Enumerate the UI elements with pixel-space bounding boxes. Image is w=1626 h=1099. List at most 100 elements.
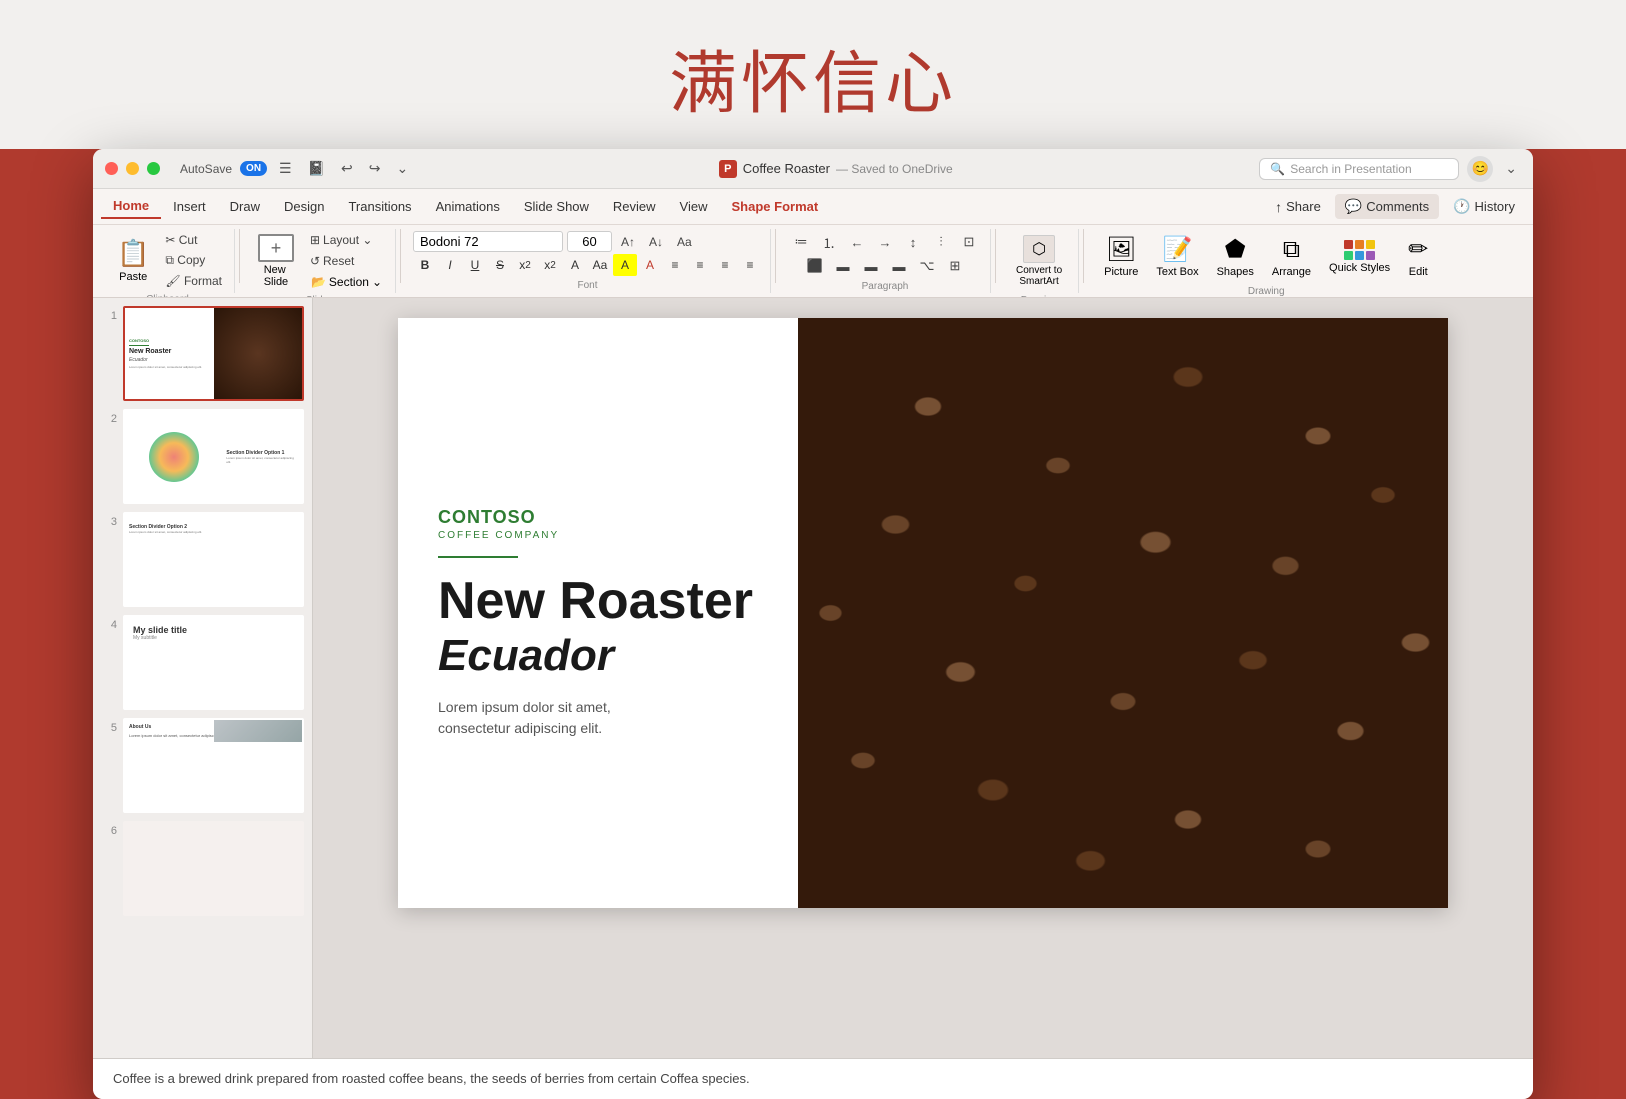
font-name-input[interactable] bbox=[413, 231, 563, 252]
textbox-button[interactable]: 📝 Text Box bbox=[1148, 231, 1206, 282]
cut-button[interactable]: ✂ Cut bbox=[161, 231, 226, 249]
font-size-input[interactable] bbox=[567, 231, 612, 252]
history-button[interactable]: 🕐 History bbox=[1443, 194, 1525, 219]
new-slide-button[interactable]: + NewSlide bbox=[252, 232, 300, 290]
clipboard-group: 📋 Paste ✂ Cut ⧉ Copy 🖌 Format Clipboard bbox=[101, 229, 235, 293]
slide-options: ⊞ Layout ⌄ ↺ Reset 📂 Section ⌄ bbox=[306, 231, 387, 291]
slide-item-4[interactable]: 4 My slide title My subtitle bbox=[101, 615, 304, 710]
justify-btn[interactable]: ≡ bbox=[738, 254, 762, 276]
align-left-text-btn[interactable]: ⬛ bbox=[802, 255, 828, 277]
text-align-btn[interactable]: ⌥ bbox=[914, 255, 940, 277]
columns-btn[interactable]: ⫶ bbox=[928, 231, 954, 253]
font-color-picker-btn[interactable]: A bbox=[638, 254, 662, 276]
quickstyles-button[interactable]: Quick Styles bbox=[1321, 236, 1398, 278]
tab-home[interactable]: Home bbox=[101, 194, 161, 219]
quick-access-icon[interactable]: ⌄ bbox=[393, 158, 413, 179]
autosave-toggle[interactable]: ON bbox=[240, 161, 267, 176]
copy-button[interactable]: ⧉ Copy bbox=[161, 251, 226, 270]
tab-slideshow[interactable]: Slide Show bbox=[512, 195, 601, 218]
bullets-btn[interactable]: ≔ bbox=[788, 231, 814, 253]
tab-transitions[interactable]: Transitions bbox=[336, 195, 423, 218]
comments-button[interactable]: 💬 Comments bbox=[1335, 194, 1439, 219]
slide-item-6[interactable]: 6 bbox=[101, 821, 304, 916]
align-left-btn[interactable]: ≡ bbox=[663, 254, 687, 276]
highlight-btn[interactable]: A bbox=[613, 254, 637, 276]
slide-thumb-3[interactable]: Section Divider Option 2 Lorem ipsum dol… bbox=[123, 512, 304, 607]
user-avatar[interactable]: 😊 bbox=[1467, 156, 1493, 182]
paste-button[interactable]: 📋 Paste bbox=[109, 234, 157, 287]
numbered-list-btn[interactable]: ⒈ bbox=[816, 231, 842, 253]
tab-shapeformat[interactable]: Shape Format bbox=[720, 195, 831, 218]
slide5-image bbox=[214, 720, 303, 742]
undo-icon[interactable]: ↩ bbox=[337, 158, 357, 179]
strikethrough-button[interactable]: S bbox=[488, 254, 512, 276]
slide-item-2[interactable]: 2 Section Divider Option 1 Lorem ipsum d… bbox=[101, 409, 304, 504]
slide-item-5[interactable]: 5 About Us Lorem ipsum dolor sit amet, c… bbox=[101, 718, 304, 813]
title-bar-left: AutoSave ON ☰ 📓 ↩ ↪ ⌄ bbox=[180, 158, 412, 179]
font-increase-btn[interactable]: A↑ bbox=[616, 233, 640, 251]
tab-draw[interactable]: Draw bbox=[218, 195, 272, 218]
arrange-button[interactable]: ⧉ Arrange bbox=[1264, 232, 1319, 282]
insert-group: 🖼 Picture 📝 Text Box ⬟ Shapes ⧉ bbox=[1088, 229, 1444, 293]
slide-item-1[interactable]: 1 CONTOSO New Roaster Ecuador Lorem ipsu… bbox=[101, 306, 304, 401]
increase-indent-btn[interactable]: → bbox=[872, 231, 898, 253]
slide-body-text: Lorem ipsum dolor sit amet,consectetur a… bbox=[438, 697, 758, 739]
sidebar-icon[interactable]: ☰ bbox=[275, 158, 296, 179]
format-painter-button[interactable]: 🖌 Format bbox=[161, 272, 226, 290]
close-button[interactable] bbox=[105, 162, 118, 175]
align-right-btn[interactable]: ≡ bbox=[713, 254, 737, 276]
chevron-icon[interactable]: ⌄ bbox=[1501, 158, 1521, 179]
line-spacing-btn[interactable]: ↕ bbox=[900, 231, 926, 253]
tab-animations[interactable]: Animations bbox=[424, 195, 512, 218]
sep3 bbox=[775, 229, 776, 283]
subscript-button[interactable]: x2 bbox=[513, 254, 537, 276]
justify-text-btn[interactable]: ▬ bbox=[886, 255, 912, 277]
picture-button[interactable]: 🖼 Picture bbox=[1096, 231, 1146, 282]
save-status: — Saved to OneDrive bbox=[836, 162, 953, 176]
section-button[interactable]: 📂 Section ⌄ bbox=[306, 273, 387, 291]
italic-button[interactable]: I bbox=[438, 254, 462, 276]
bold-button[interactable]: B bbox=[413, 254, 437, 276]
slide-brand-sub: COFFEE COMPANY bbox=[438, 530, 758, 541]
underline-button[interactable]: U bbox=[463, 254, 487, 276]
slide-item-3[interactable]: 3 Section Divider Option 2 Lorem ipsum d… bbox=[101, 512, 304, 607]
slide-thumb-1[interactable]: CONTOSO New Roaster Ecuador Lorem ipsum … bbox=[123, 306, 304, 401]
smartart-spacing-btn[interactable]: ⊞ bbox=[942, 255, 968, 277]
decrease-indent-btn[interactable]: ← bbox=[844, 231, 870, 253]
slide-thumb-2[interactable]: Section Divider Option 1 Lorem ipsum dol… bbox=[123, 409, 304, 504]
font-color-btn[interactable]: A bbox=[563, 254, 587, 276]
text-case-btn[interactable]: Aa bbox=[588, 254, 612, 276]
slide-thumb-6[interactable] bbox=[123, 821, 304, 916]
notebook-icon[interactable]: 📓 bbox=[304, 158, 329, 179]
text-direction-btn[interactable]: ⊡ bbox=[956, 231, 982, 253]
redo-icon[interactable]: ↪ bbox=[365, 158, 385, 179]
convert-smartart-button[interactable]: ⬡ Convert toSmartArt bbox=[1008, 231, 1070, 291]
align-center-btn[interactable]: ≡ bbox=[688, 254, 712, 276]
slide-panel[interactable]: 1 CONTOSO New Roaster Ecuador Lorem ipsu… bbox=[93, 298, 313, 1058]
share-icon: ↑ bbox=[1275, 199, 1282, 215]
layout-button[interactable]: ⊞ Layout ⌄ bbox=[306, 231, 387, 249]
font-decrease-btn[interactable]: A↓ bbox=[644, 233, 668, 251]
slide-thumb-5[interactable]: About Us Lorem ipsum dolor sit amet, con… bbox=[123, 718, 304, 813]
editing-button[interactable]: ✏ Edit bbox=[1400, 231, 1436, 282]
slide-main-italic: Ecuador bbox=[438, 631, 758, 681]
align-right-text-btn[interactable]: ▬ bbox=[858, 255, 884, 277]
sep5 bbox=[1083, 229, 1084, 283]
search-box[interactable]: 🔍 Search in Presentation bbox=[1259, 158, 1459, 180]
tab-design[interactable]: Design bbox=[272, 195, 336, 218]
slide1-content: CONTOSO New Roaster Ecuador Lorem ipsum … bbox=[125, 308, 302, 399]
slide-number-2: 2 bbox=[101, 413, 117, 425]
maximize-button[interactable] bbox=[147, 162, 160, 175]
reset-button[interactable]: ↺ Reset bbox=[306, 252, 387, 270]
font-clear-btn[interactable]: Aa bbox=[672, 233, 697, 251]
slide-canvas[interactable]: CONTOSO COFFEE COMPANY New Roaster Ecuad… bbox=[398, 318, 1448, 908]
shapes-button[interactable]: ⬟ Shapes bbox=[1209, 231, 1262, 282]
share-button[interactable]: ↑ Share bbox=[1265, 195, 1331, 219]
minimize-button[interactable] bbox=[126, 162, 139, 175]
slide-thumb-4[interactable]: My slide title My subtitle bbox=[123, 615, 304, 710]
tab-insert[interactable]: Insert bbox=[161, 195, 218, 218]
align-center-text-btn[interactable]: ▬ bbox=[830, 255, 856, 277]
superscript-button[interactable]: x2 bbox=[538, 254, 562, 276]
tab-view[interactable]: View bbox=[668, 195, 720, 218]
tab-review[interactable]: Review bbox=[601, 195, 668, 218]
